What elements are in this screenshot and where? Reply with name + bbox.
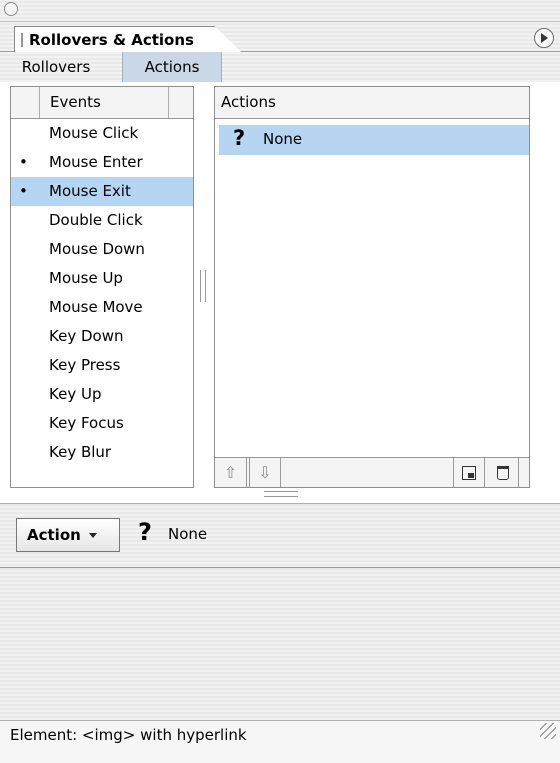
events-pane: Events Mouse Click • Mouse Enter • Mouse Exi… xyxy=(10,86,194,488)
question-mark-icon: ? xyxy=(233,126,246,150)
event-label: Key Focus xyxy=(49,414,124,432)
event-list: Mouse Click • Mouse Enter • Mouse Exit Double… xyxy=(11,119,193,467)
event-label: Key Up xyxy=(49,385,102,403)
horizontal-splitter[interactable] xyxy=(264,491,298,497)
grip-icon xyxy=(21,33,23,47)
list-item[interactable]: Mouse Up xyxy=(11,264,193,293)
list-item[interactable]: Key Up xyxy=(11,380,193,409)
status-bar: Element: <img> with hyperlink xyxy=(0,720,560,763)
list-item[interactable]: • Mouse Enter xyxy=(11,148,193,177)
window-title-bar xyxy=(0,0,560,22)
list-item[interactable]: • Mouse Exit xyxy=(11,177,193,206)
close-icon[interactable] xyxy=(4,2,18,16)
panel-tab[interactable]: Rollovers & Actions xyxy=(14,26,242,53)
list-item[interactable]: Mouse Move xyxy=(11,293,193,322)
panel-menu-button[interactable] xyxy=(534,28,554,48)
action-bar: Action ? None xyxy=(0,504,560,568)
action-parameters-area xyxy=(0,568,560,720)
event-label: Mouse Enter xyxy=(49,153,143,171)
event-label: Mouse Exit xyxy=(49,182,131,200)
event-label: Mouse Down xyxy=(49,240,145,258)
delete-action-button[interactable] xyxy=(487,458,519,487)
bullet-icon: • xyxy=(19,153,28,171)
event-label: Key Blur xyxy=(49,443,112,461)
actions-pane: Actions ? None ⇧ ⇩ xyxy=(214,86,530,488)
list-item[interactable]: Key Down xyxy=(11,322,193,351)
move-up-button[interactable]: ⇧ xyxy=(215,458,247,487)
list-item[interactable]: Key Press xyxy=(11,351,193,380)
new-action-button[interactable] xyxy=(453,458,485,487)
event-label: Key Press xyxy=(49,356,121,374)
action-row-label: None xyxy=(263,130,303,148)
event-label: Mouse Move xyxy=(49,298,143,316)
move-down-button[interactable]: ⇩ xyxy=(249,458,281,487)
tab-rollovers[interactable]: Rollovers xyxy=(0,52,112,82)
list-item[interactable]: Key Focus xyxy=(11,409,193,438)
panel-title: Rollovers & Actions xyxy=(29,31,194,49)
new-item-icon xyxy=(462,466,476,480)
chevron-down-icon xyxy=(88,533,97,538)
tab-actions[interactable]: Actions xyxy=(122,52,222,82)
list-item[interactable]: Key Blur xyxy=(11,438,193,467)
trash-icon xyxy=(496,466,509,480)
arrow-down-icon: ⇩ xyxy=(258,463,272,482)
event-label: Double Click xyxy=(49,211,143,229)
resize-grip-icon[interactable] xyxy=(540,723,556,739)
action-dropdown-label: Action xyxy=(27,526,81,544)
list-item[interactable]: Mouse Down xyxy=(11,235,193,264)
event-label: Mouse Up xyxy=(49,269,123,287)
bullet-icon: • xyxy=(19,182,28,200)
action-dropdown[interactable]: Action xyxy=(16,518,120,552)
action-value: None xyxy=(168,525,208,543)
question-mark-icon: ? xyxy=(138,518,152,546)
list-item[interactable]: Mouse Click xyxy=(11,119,193,148)
list-item[interactable]: Double Click xyxy=(11,206,193,235)
panel-tab-row: Rollovers & Actions xyxy=(0,22,560,53)
subtab-bar: Rollovers Actions xyxy=(0,52,560,82)
event-label: Key Down xyxy=(49,327,124,345)
arrow-up-icon: ⇧ xyxy=(223,463,238,482)
actions-column-header[interactable]: Actions xyxy=(215,87,529,119)
actions-toolbar: ⇧ ⇩ xyxy=(215,457,529,487)
event-label: Mouse Click xyxy=(49,124,139,142)
action-row[interactable]: ? None xyxy=(219,125,529,155)
status-text: Element: <img> with hyperlink xyxy=(10,726,247,744)
events-header-label[interactable]: Events xyxy=(39,87,169,118)
events-column-header: Events xyxy=(11,87,193,119)
vertical-splitter[interactable] xyxy=(200,270,206,302)
